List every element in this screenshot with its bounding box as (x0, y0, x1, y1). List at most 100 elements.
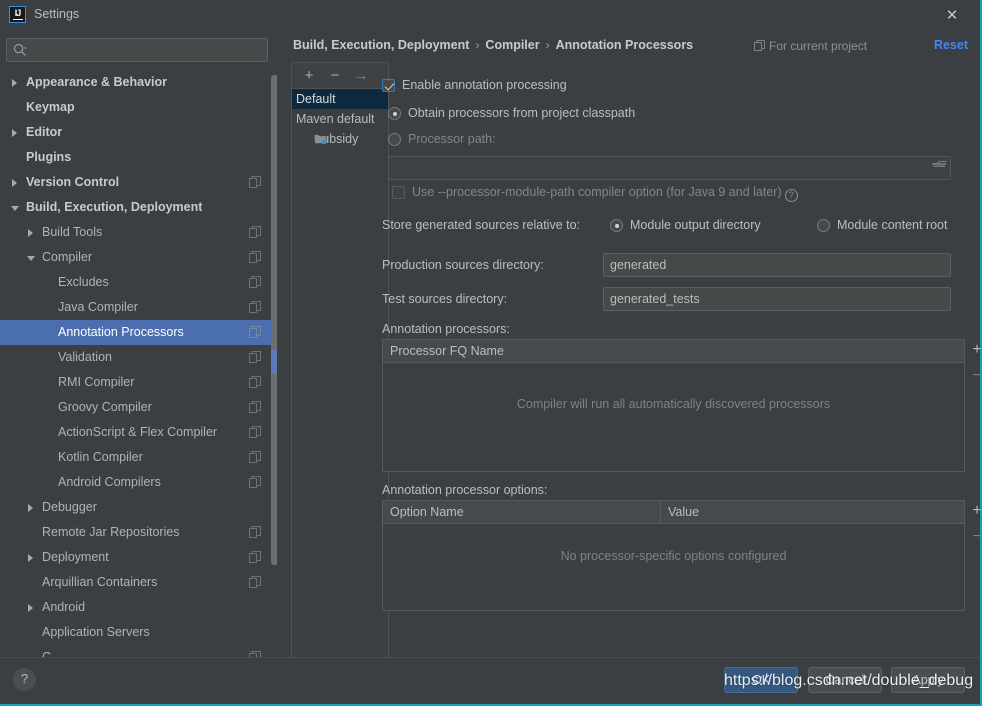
radio-glyph (388, 133, 401, 146)
sidebar-item-deployment[interactable]: Deployment (0, 545, 277, 570)
copy-settings-icon[interactable] (249, 251, 261, 263)
chevron-right-icon[interactable] (28, 554, 33, 562)
reset-link[interactable]: Reset (934, 38, 968, 52)
profile-item-default[interactable]: Default (292, 89, 388, 109)
sidebar-item-rmi-compiler[interactable]: RMI Compiler (0, 370, 277, 395)
annotation-processor-options-empty-text: No processor-specific options configured (560, 549, 787, 563)
sidebar-item-excludes[interactable]: Excludes (0, 270, 277, 295)
sidebar-item-version-control[interactable]: Version Control (0, 170, 277, 195)
sidebar-item-arquillian-containers[interactable]: Arquillian Containers (0, 570, 277, 595)
apply-button[interactable]: Apply (891, 667, 965, 693)
for-current-project-label: For current project (754, 39, 867, 53)
sidebar-item-debugger[interactable]: Debugger (0, 495, 277, 520)
annotation-processor-options-table[interactable]: Option Name Value No processor-specific … (382, 500, 982, 611)
chevron-right-icon[interactable] (12, 79, 17, 87)
copy-settings-icon[interactable] (249, 451, 261, 463)
sidebar-item-annotation-processors[interactable]: Annotation Processors (0, 320, 277, 345)
close-icon[interactable]: ✕ (942, 6, 962, 26)
add-processor-button[interactable]: + (969, 342, 982, 358)
chevron-down-icon[interactable] (11, 206, 19, 211)
processor-path-input[interactable] (388, 156, 951, 180)
sidebar-item-c[interactable]: C (0, 645, 277, 657)
sidebar-item-kotlin-compiler[interactable]: Kotlin Compiler (0, 445, 277, 470)
breadcrumb-separator: › (475, 38, 480, 52)
radio-glyph (817, 219, 830, 232)
remove-profile-button[interactable]: − (325, 66, 345, 86)
sidebar-item-remote-jar-repositories[interactable]: Remote Jar Repositories (0, 520, 277, 545)
column-header-value[interactable]: Value (661, 501, 961, 523)
sidebar-item-groovy-compiler[interactable]: Groovy Compiler (0, 395, 277, 420)
copy-settings-icon[interactable] (249, 276, 261, 288)
copy-settings-icon[interactable] (249, 226, 261, 238)
sidebar-item-android[interactable]: Android (0, 595, 277, 620)
copy-settings-icon[interactable] (249, 551, 261, 563)
search-input[interactable] (6, 38, 268, 62)
breadcrumb-segment[interactable]: Compiler (485, 38, 539, 52)
sidebar-item-compiler[interactable]: Compiler (0, 245, 277, 270)
move-to-profile-button[interactable]: → (351, 66, 371, 86)
remove-option-button[interactable]: − (969, 529, 982, 545)
add-profile-button[interactable]: + (299, 66, 319, 86)
copy-settings-icon[interactable] (249, 176, 261, 188)
module-folder-icon (314, 135, 327, 144)
sidebar-item-label: Debugger (42, 500, 97, 514)
profile-item-subsidy[interactable]: subsidy (292, 129, 388, 149)
sidebar-item-editor[interactable]: Editor (0, 120, 277, 145)
chevron-right-icon[interactable] (12, 129, 17, 137)
test-sources-row: Test sources directory: (382, 287, 962, 311)
production-sources-input[interactable] (603, 253, 951, 277)
test-sources-input[interactable] (603, 287, 951, 311)
sidebar-item-appearance-behavior[interactable]: Appearance & Behavior (0, 70, 277, 95)
remove-processor-button[interactable]: − (969, 368, 982, 384)
chevron-right-icon[interactable] (28, 229, 33, 237)
sidebar-item-build-execution-deployment[interactable]: Build, Execution, Deployment (0, 195, 277, 220)
help-icon[interactable]: ? (784, 189, 798, 202)
sidebar-item-build-tools[interactable]: Build Tools (0, 220, 277, 245)
copy-settings-icon[interactable] (249, 376, 261, 388)
column-header-processor-fq-name[interactable]: Processor FQ Name (383, 340, 933, 362)
profiles-list[interactable]: Default Maven default subsidy (291, 88, 389, 672)
browse-folder-icon[interactable] (932, 160, 947, 173)
sidebar-item-keymap[interactable]: Keymap (0, 95, 277, 120)
sidebar-item-java-compiler[interactable]: Java Compiler (0, 295, 277, 320)
profile-item-maven-default[interactable]: Maven default (292, 109, 388, 129)
copy-settings-icon[interactable] (249, 576, 261, 588)
copy-settings-icon[interactable] (249, 476, 261, 488)
annotation-processors-table[interactable]: Processor FQ Name Compiler will run all … (382, 339, 982, 472)
chevron-right-icon[interactable] (28, 604, 33, 612)
chevron-right-icon[interactable] (12, 179, 17, 187)
chevron-down-icon[interactable] (27, 256, 35, 261)
sidebar-item-application-servers[interactable]: Application Servers (0, 620, 277, 645)
radio-module-content-root[interactable]: Module content root (817, 218, 982, 234)
chevron-right-icon[interactable] (28, 504, 33, 512)
settings-sidebar: Appearance & Behavior Keymap Editor Plugins… (0, 30, 278, 657)
copy-settings-icon[interactable] (249, 401, 261, 413)
help-button[interactable]: ? (13, 668, 36, 691)
radio-module-output-directory[interactable]: Module output directory (610, 218, 790, 234)
sidebar-item-actionscript-flex-compiler[interactable]: ActionScript & Flex Compiler (0, 420, 277, 445)
production-sources-row: Production sources directory: (382, 253, 962, 277)
sidebar-item-validation[interactable]: Validation (0, 345, 277, 370)
profiles-panel: + − → Default Maven default subsidy (291, 62, 389, 672)
copy-settings-icon[interactable] (249, 426, 261, 438)
search-box[interactable] (6, 38, 268, 62)
copy-settings-icon[interactable] (249, 351, 261, 363)
copy-settings-icon[interactable] (249, 526, 261, 538)
radio-processor-path[interactable]: Processor path: (388, 132, 588, 148)
sidebar-item-label: Excludes (58, 275, 109, 289)
sidebar-item-label: Annotation Processors (58, 325, 184, 339)
cancel-button[interactable]: Cancel (808, 667, 882, 693)
settings-tree[interactable]: Appearance & Behavior Keymap Editor Plugins… (0, 70, 277, 657)
sidebar-item-plugins[interactable]: Plugins (0, 145, 277, 170)
use-processor-module-path-checkbox[interactable]: Use --processor-module-path compiler opt… (392, 185, 832, 202)
add-option-button[interactable]: + (969, 503, 982, 519)
sidebar-item-label: Deployment (42, 550, 109, 564)
breadcrumb-segment[interactable]: Build, Execution, Deployment (293, 38, 469, 52)
copy-settings-icon[interactable] (249, 301, 261, 313)
radio-obtain-from-classpath[interactable]: Obtain processors from project classpath (388, 106, 688, 122)
enable-annotation-processing-checkbox[interactable]: Enable annotation processing (382, 78, 582, 94)
column-header-option-name[interactable]: Option Name (383, 501, 659, 523)
sidebar-item-android-compilers[interactable]: Android Compilers (0, 470, 277, 495)
copy-settings-icon[interactable] (249, 326, 261, 338)
ok-button[interactable]: OK (724, 667, 798, 693)
